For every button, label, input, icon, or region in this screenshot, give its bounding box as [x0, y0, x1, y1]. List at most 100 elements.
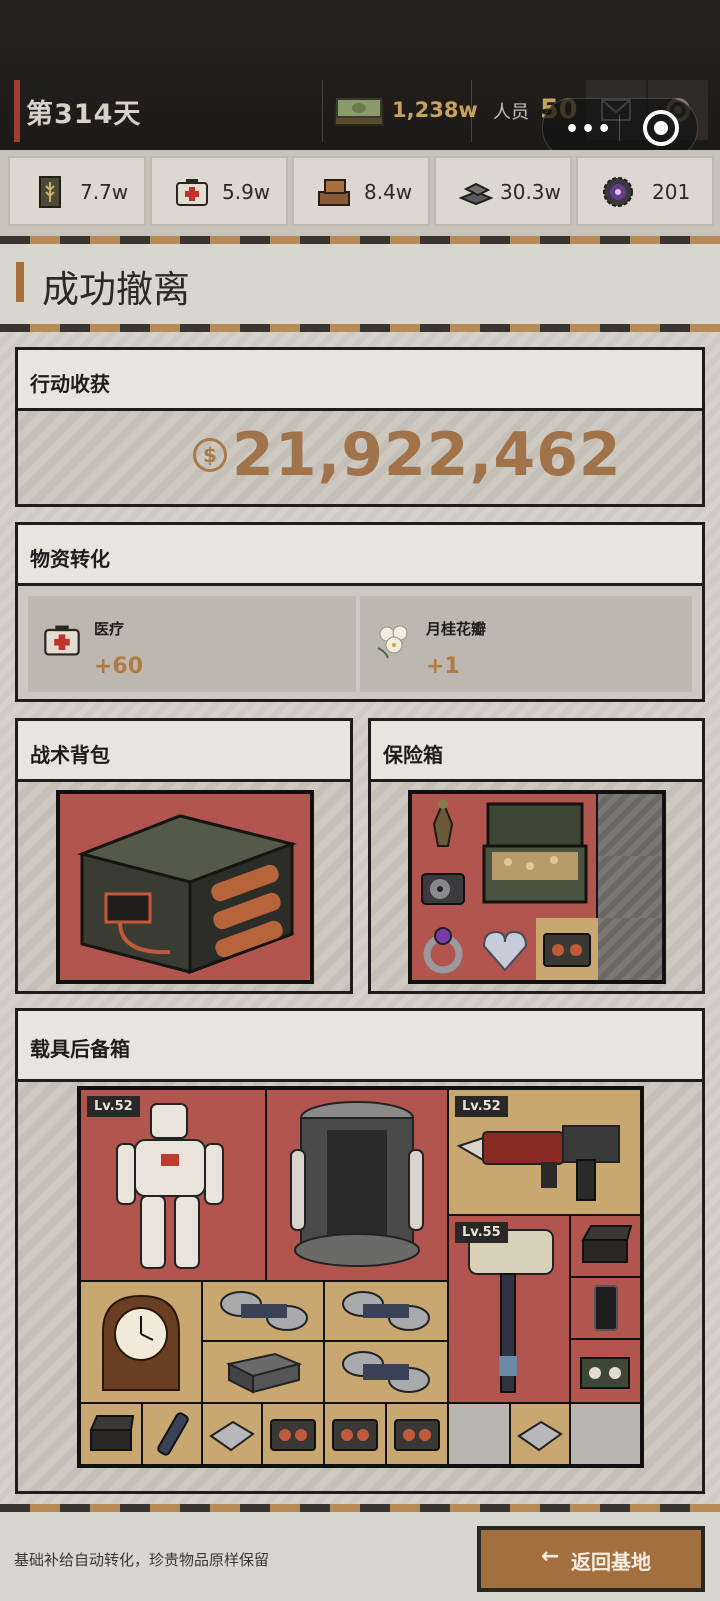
conversion-item-name: 月桂花瓣 — [426, 620, 487, 638]
trunk-empty-slot — [571, 1404, 640, 1464]
trunk-slot[interactable] — [387, 1404, 447, 1464]
safe-locked-slot — [598, 794, 662, 856]
coin-icon: $ — [193, 438, 227, 472]
day-label: 第314天 — [26, 99, 142, 130]
router-icon — [226, 1352, 303, 1394]
trunk-slot[interactable] — [81, 1404, 141, 1464]
level-badge: Lv.52 — [455, 1096, 508, 1117]
more-icon[interactable]: ••• — [565, 117, 613, 142]
conversion-title: 物资转化 — [30, 547, 110, 571]
cash-stack-icon — [334, 98, 384, 126]
return-base-button[interactable]: ← 返回基地 — [477, 1526, 705, 1592]
battery-crate-icon — [77, 814, 298, 975]
stripe-bottom — [0, 324, 720, 332]
treasure-case-icon — [482, 802, 588, 904]
level-badge: Lv.52 — [87, 1096, 140, 1117]
return-base-label: 返回基地 — [571, 1550, 651, 1574]
gear-icon — [603, 177, 633, 207]
resource-wood[interactable]: 8.4w — [292, 156, 430, 226]
backpack-header: 战术背包 — [18, 721, 350, 782]
safe-grid — [408, 790, 666, 984]
trunk-slot[interactable] — [571, 1216, 640, 1276]
cassette-icon — [543, 933, 591, 967]
safe-slot[interactable] — [412, 794, 474, 856]
safe-title: 保险箱 — [383, 743, 443, 767]
phone-icon — [594, 1285, 618, 1331]
conversion-item-name: 医疗 — [94, 620, 125, 638]
trunk-slot[interactable] — [203, 1404, 261, 1464]
trunk-slot[interactable] — [571, 1340, 640, 1402]
resource-grain[interactable]: 7.7w — [8, 156, 146, 226]
earnings-title: 行动收获 — [30, 372, 110, 396]
cpu-chip-icon — [209, 1420, 255, 1452]
trunk-title: 载具后备箱 — [30, 1037, 130, 1061]
trunk-slot[interactable] — [325, 1342, 447, 1402]
jewelry-box-icon — [89, 1415, 135, 1451]
resource-medical-value: 5.9w — [222, 180, 271, 204]
trunk-slot[interactable] — [203, 1282, 323, 1340]
power-armor-icon — [116, 1103, 224, 1269]
capsule-pipe-icon — [342, 1291, 430, 1331]
title-accent — [16, 262, 24, 302]
resource-parts[interactable]: 201 — [576, 156, 714, 226]
backpack-slot[interactable] — [60, 794, 310, 980]
trunk-slot-hammer[interactable]: Lv.55 — [449, 1216, 569, 1402]
miniprogram-capsule[interactable]: ••• — [542, 98, 698, 158]
backpack-title: 战术背包 — [30, 743, 110, 767]
wood-icon — [318, 179, 350, 206]
safe-slot[interactable] — [474, 794, 596, 918]
ring-icon — [423, 927, 463, 974]
cassette-icon — [332, 1419, 378, 1451]
diamond-heart-icon — [482, 930, 528, 972]
trunk-slot[interactable] — [143, 1404, 201, 1464]
trunk-slot-armor[interactable]: Lv.52 — [81, 1090, 265, 1280]
conversion-header: 物资转化 — [18, 525, 702, 586]
resource-medical[interactable]: 5.9w — [150, 156, 288, 226]
conversion-item-amount: +1 — [426, 654, 460, 679]
jewelry-box-icon — [581, 1225, 633, 1263]
resource-steel-value: 30.3w — [500, 180, 561, 204]
resource-steel[interactable]: 30.3w — [434, 156, 572, 226]
trunk-slot[interactable] — [571, 1278, 640, 1338]
hard-drive-icon — [421, 873, 465, 905]
safe-slot[interactable] — [412, 856, 474, 918]
close-record-icon[interactable] — [643, 110, 679, 146]
trunk-slot[interactable] — [325, 1282, 447, 1340]
conversion-item-amount: +60 — [94, 654, 144, 679]
day-accent — [14, 80, 20, 142]
trunk-slot-weapon[interactable]: Lv.52 — [449, 1090, 640, 1214]
trunk-slot[interactable] — [325, 1404, 385, 1464]
cassette-icon — [270, 1419, 316, 1451]
resource-grain-value: 7.7w — [80, 180, 129, 204]
medkit-icon — [176, 179, 208, 206]
trunk-slot-clock[interactable] — [81, 1282, 201, 1402]
flower-icon — [377, 625, 408, 659]
backpack-grid — [56, 790, 314, 984]
trunk-slot[interactable] — [263, 1404, 323, 1464]
cassette-icon — [394, 1419, 440, 1451]
stripe-top — [0, 236, 720, 244]
resource-parts-value: 201 — [652, 180, 691, 204]
reactor-core-icon — [290, 1101, 424, 1267]
trunk-empty-slot — [449, 1404, 509, 1464]
capsule-divider — [619, 115, 620, 141]
resource-wood-value: 8.4w — [364, 180, 413, 204]
staff-label: 人员 — [493, 102, 529, 123]
trunk-slot[interactable] — [203, 1342, 323, 1402]
capsule-pipe-icon — [220, 1291, 308, 1331]
clock-icon — [102, 1294, 180, 1391]
trunk-slot-generator[interactable] — [267, 1090, 447, 1280]
trunk-slot[interactable] — [511, 1404, 569, 1464]
safe-slot[interactable] — [474, 918, 536, 980]
cash-value: 1,238w — [392, 98, 478, 122]
cpu-chip-icon — [517, 1420, 563, 1452]
level-badge: Lv.55 — [455, 1222, 508, 1243]
grain-icon — [39, 176, 61, 208]
earnings-value: 21,922,462 — [232, 420, 622, 490]
earnings-header: 行动收获 — [18, 350, 702, 411]
stripe-footer — [0, 1504, 720, 1512]
safe-slot[interactable] — [536, 918, 598, 980]
syringe-icon — [157, 1412, 189, 1456]
footer-hint: 基础补给自动转化，珍贵物品原样保留 — [14, 1551, 270, 1569]
safe-slot[interactable] — [412, 918, 474, 980]
